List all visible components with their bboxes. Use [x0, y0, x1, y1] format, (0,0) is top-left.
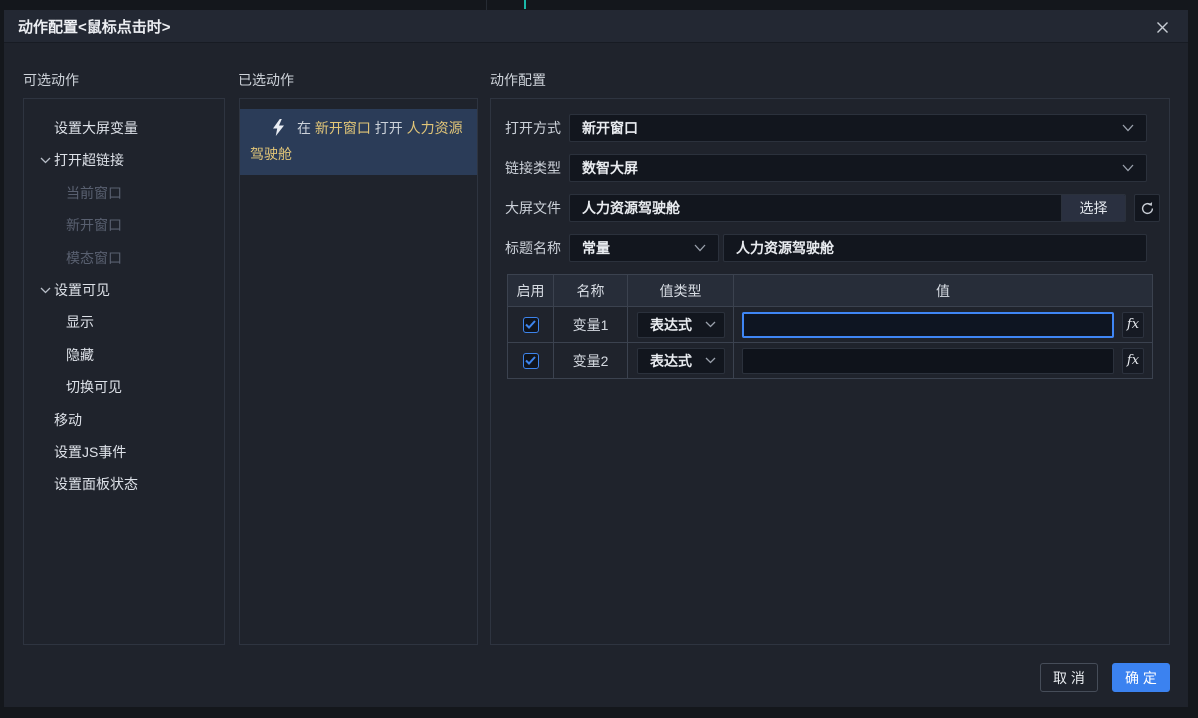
- screen-file-input[interactable]: [570, 195, 1061, 221]
- selected-actions-panel: 在 新开窗口 打开 人力资源驾驶舱: [239, 98, 478, 645]
- variable-name: 变量1: [554, 306, 628, 342]
- table-row: 变量2 表达式 fx: [508, 342, 1152, 378]
- refresh-icon: [1141, 201, 1153, 214]
- value-type-select[interactable]: 表达式: [636, 311, 725, 338]
- screen-file-input-group: 选择: [569, 194, 1126, 222]
- confirm-button[interactable]: 确 定: [1112, 663, 1170, 692]
- table-row: 变量1 表达式 fx: [508, 306, 1152, 342]
- header-name: 名称: [554, 275, 628, 306]
- title-name-input-group: [723, 234, 1147, 262]
- tree-item-current-window: 当前窗口: [66, 184, 122, 201]
- dialog-titlebar: 动作配置<鼠标点击时>: [4, 10, 1188, 43]
- chevron-down-icon: [1122, 164, 1134, 172]
- close-icon: [1156, 21, 1168, 33]
- chevron-down-icon[interactable]: [38, 274, 52, 306]
- lightning-icon: [273, 119, 284, 136]
- variables-table: 启用 名称 值类型 值 变量1 表达式 fx 变量2 表达式 fx: [507, 274, 1153, 379]
- title-name-input[interactable]: [724, 235, 1146, 261]
- action-text-verb: 打开: [374, 120, 403, 136]
- tree-item-modal-window: 模态窗口: [66, 249, 122, 266]
- title-type-select[interactable]: 常量: [569, 234, 719, 262]
- background-teal-marker: [524, 0, 526, 9]
- tree-item-set-visibility[interactable]: 设置可见: [24, 274, 224, 306]
- tree-item-move[interactable]: 移动: [24, 404, 224, 436]
- available-actions-header: 可选动作: [23, 72, 79, 88]
- value-input[interactable]: [744, 313, 1112, 336]
- action-text-prefix: 在: [297, 120, 311, 136]
- dialog-title: 动作配置<鼠标点击时>: [18, 18, 171, 36]
- value-input-wrapper: [742, 311, 1114, 338]
- tree-item-set-screen-variable[interactable]: 设置大屏变量: [24, 112, 224, 144]
- action-config-header: 动作配置: [490, 72, 546, 88]
- select-file-button[interactable]: 选择: [1061, 195, 1125, 221]
- header-value-type: 值类型: [628, 275, 734, 306]
- table-header-row: 启用 名称 值类型 值: [508, 275, 1152, 306]
- tree-item-set-js-event[interactable]: 设置JS事件: [24, 436, 224, 468]
- value-type-select[interactable]: 表达式: [636, 347, 725, 374]
- header-enable: 启用: [508, 275, 554, 306]
- tree-item-set-panel-state[interactable]: 设置面板状态: [24, 468, 224, 500]
- close-button[interactable]: [1150, 15, 1174, 39]
- tree-item-toggle-visibility[interactable]: 切换可见: [24, 371, 224, 403]
- enable-checkbox[interactable]: [522, 316, 539, 333]
- available-actions-panel: 设置大屏变量 打开超链接 当前窗口 新开窗口 模态窗口 设置可见 显示 隐藏 切…: [23, 98, 225, 645]
- tree-item-show[interactable]: 显示: [24, 306, 224, 338]
- check-icon: [525, 320, 536, 329]
- action-config-dialog: 动作配置<鼠标点击时> 可选动作 已选动作 动作配置 设置大屏变量 打开超链接 …: [4, 10, 1188, 707]
- chevron-down-icon: [705, 321, 715, 328]
- refresh-button[interactable]: [1134, 194, 1160, 222]
- selected-actions-header: 已选动作: [238, 72, 294, 88]
- chevron-down-icon: [694, 244, 706, 252]
- value-input-wrapper: [742, 347, 1114, 374]
- background-panel-divider: [486, 0, 487, 10]
- tree-item-open-hyperlink[interactable]: 打开超链接: [24, 144, 224, 176]
- dialog-footer: 取 消 确 定: [1040, 663, 1170, 692]
- value-input[interactable]: [743, 348, 1113, 373]
- link-type-label: 链接类型: [505, 160, 561, 176]
- title-name-label: 标题名称: [505, 240, 561, 256]
- fx-button[interactable]: fx: [1122, 347, 1144, 374]
- tree-item-hide[interactable]: 隐藏: [24, 339, 224, 371]
- screen-file-label: 大屏文件: [505, 200, 561, 216]
- chevron-down-icon[interactable]: [38, 144, 52, 176]
- action-config-panel: 打开方式 新开窗口 链接类型 数智大屏 大屏文件 选择: [490, 98, 1170, 645]
- cancel-button[interactable]: 取 消: [1040, 663, 1098, 692]
- chevron-down-icon: [705, 357, 715, 364]
- fx-button[interactable]: fx: [1122, 311, 1144, 338]
- action-tree: 设置大屏变量 打开超链接 当前窗口 新开窗口 模态窗口 设置可见 显示 隐藏 切…: [24, 99, 224, 501]
- enable-checkbox[interactable]: [522, 352, 539, 369]
- page-background: 动作配置<鼠标点击时> 可选动作 已选动作 动作配置 设置大屏变量 打开超链接 …: [0, 0, 1198, 718]
- open-mode-label: 打开方式: [505, 120, 561, 136]
- chevron-down-icon: [1122, 124, 1134, 132]
- header-value: 值: [936, 282, 950, 299]
- action-text-target: 新开窗口: [314, 120, 371, 136]
- link-type-select[interactable]: 数智大屏: [569, 154, 1147, 182]
- variable-name: 变量2: [554, 342, 628, 378]
- open-mode-select[interactable]: 新开窗口: [569, 114, 1147, 142]
- check-icon: [525, 356, 536, 365]
- selected-action-item[interactable]: 在 新开窗口 打开 人力资源驾驶舱: [240, 109, 477, 175]
- tree-item-new-window: 新开窗口: [66, 217, 122, 234]
